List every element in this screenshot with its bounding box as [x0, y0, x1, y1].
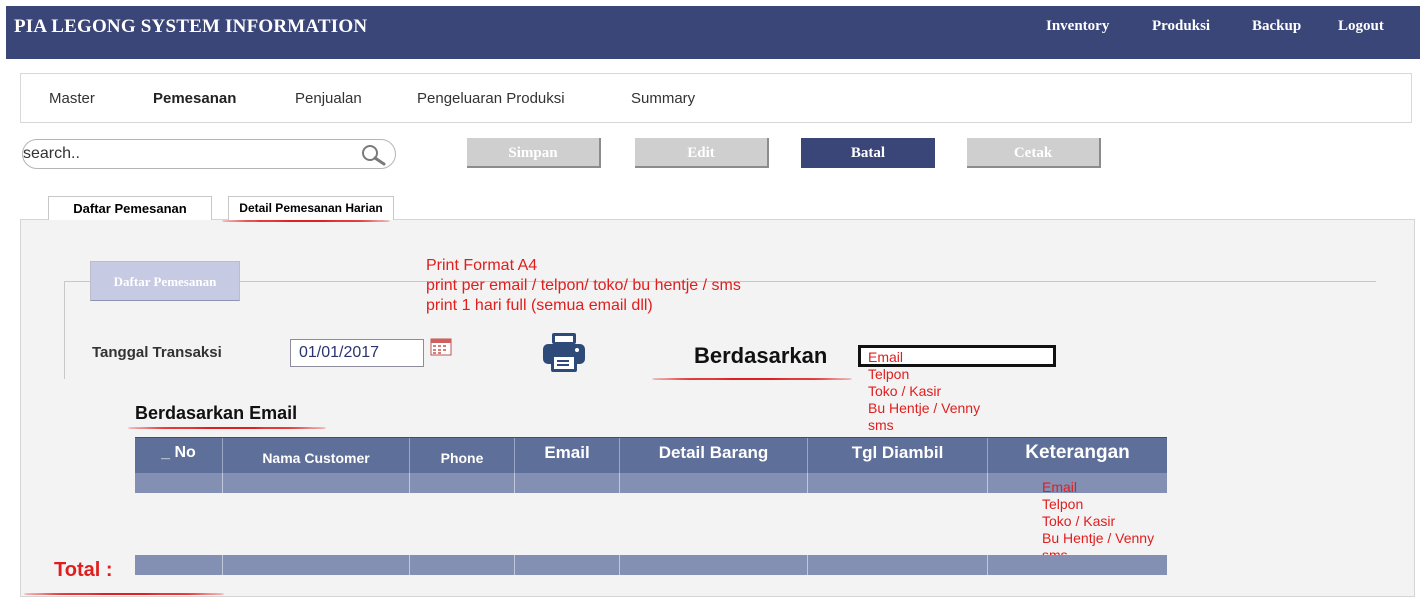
simpan-button[interactable]: Simpan: [467, 138, 601, 168]
batal-button[interactable]: Batal: [801, 138, 935, 168]
column-header-detail-barang[interactable]: Detail Barang: [620, 438, 808, 474]
keterangan-option-email: Email: [1042, 479, 1078, 495]
nav-logout[interactable]: Logout: [1338, 18, 1384, 35]
table-cell: [515, 473, 620, 493]
option-telpon[interactable]: Telpon: [868, 366, 980, 383]
table-cell: [410, 473, 515, 493]
nav-produksi[interactable]: Produksi: [1152, 18, 1210, 35]
search-box: [22, 139, 396, 169]
app-title: PIA LEGONG SYSTEM INFORMATION: [14, 16, 368, 37]
fieldset-border-left: [64, 281, 65, 379]
table-cell: [223, 473, 410, 493]
printer-icon[interactable]: [541, 332, 587, 374]
calendar-icon[interactable]: [430, 338, 452, 356]
menu-item-pemesanan[interactable]: Pemesanan: [153, 90, 236, 107]
edit-button[interactable]: Edit: [635, 138, 769, 168]
option-bu-hentje-venny[interactable]: Bu Hentje / Venny: [868, 400, 980, 417]
table-cell: [135, 555, 223, 575]
table-cell: [620, 555, 808, 575]
option-email[interactable]: Email: [868, 349, 980, 366]
column-header-email[interactable]: Email: [515, 438, 620, 474]
option-sms[interactable]: sms: [868, 417, 980, 434]
annotation-note-3: print 1 hari full (semua email dll): [426, 297, 653, 314]
annotation-note-2: print per email / telpon/ toko/ bu hentj…: [426, 277, 741, 294]
table-row: [135, 473, 1167, 493]
nav-inventory[interactable]: Inventory: [1046, 18, 1109, 35]
cetak-button[interactable]: Cetak: [967, 138, 1101, 168]
keterangan-option-bu-hentje-venny: Bu Hentje / Venny: [1042, 530, 1155, 546]
table-cell: [135, 473, 223, 493]
keterangan-option-telpon: Telpon: [1042, 496, 1084, 512]
nav-backup[interactable]: Backup: [1252, 18, 1301, 35]
table-cell: [410, 555, 515, 575]
column-header-phone[interactable]: Phone: [410, 438, 515, 474]
menu-item-penjualan[interactable]: Penjualan: [295, 90, 362, 107]
menu-item-summary[interactable]: Summary: [631, 90, 695, 107]
annotation-underline-berdasarkan: [652, 378, 852, 380]
column-header-keterangan[interactable]: Keterangan: [988, 438, 1167, 474]
column-header-no[interactable]: _ No: [135, 438, 223, 474]
tanggal-transaksi-label: Tanggal Transaksi: [92, 344, 222, 361]
keterangan-option-toko-kasir: Toko / Kasir: [1042, 513, 1116, 529]
keterangan-options: Email Telpon Toko / Kasir Bu Hentje / Ve…: [1042, 479, 1154, 564]
berdasarkan-label: Berdasarkan: [694, 343, 828, 368]
table-total-row: [135, 555, 1167, 575]
tab-detail-pemesanan-harian[interactable]: Detail Pemesanan Harian: [228, 196, 394, 220]
tab-daftar-pemesanan[interactable]: Daftar Pemesanan: [48, 196, 212, 220]
total-label: Total :: [54, 559, 113, 581]
table-cell: [515, 555, 620, 575]
berdasarkan-options: Email Telpon Toko / Kasir Bu Hentje / Ve…: [868, 349, 980, 434]
table-cell: [808, 555, 988, 575]
annotation-note-1: Print Format A4: [426, 257, 538, 274]
annotation-underline-tab: [222, 220, 390, 222]
table-cell: [620, 473, 808, 493]
menu-item-master[interactable]: Master: [49, 90, 95, 107]
annotation-underline-section: [128, 427, 326, 429]
section-title: Berdasarkan Email: [135, 403, 298, 423]
search-icon[interactable]: [360, 144, 388, 166]
fieldset-legend: Daftar Pemesanan: [90, 261, 240, 301]
menu-item-pengeluaran-produksi[interactable]: Pengeluaran Produksi: [417, 90, 565, 107]
table-header: _ No Nama Customer Phone Email Detail Ba…: [135, 437, 1167, 474]
search-input[interactable]: [23, 140, 353, 168]
annotation-underline-total: [24, 593, 224, 595]
table-cell: [223, 555, 410, 575]
table-cell: [808, 473, 988, 493]
option-toko-kasir[interactable]: Toko / Kasir: [868, 383, 980, 400]
tanggal-transaksi-input[interactable]: [290, 339, 424, 367]
column-header-tgl-diambil[interactable]: Tgl Diambil: [808, 438, 988, 474]
column-header-nama-customer[interactable]: Nama Customer: [223, 438, 410, 474]
